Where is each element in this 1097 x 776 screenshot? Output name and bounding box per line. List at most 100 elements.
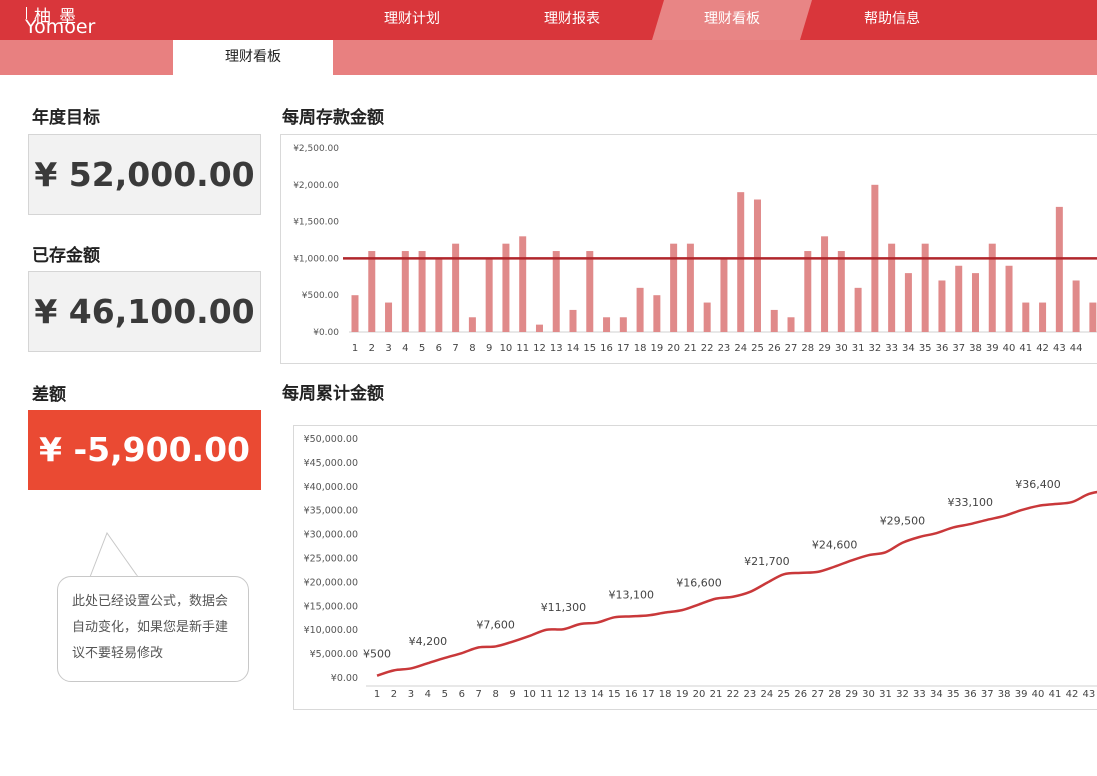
bar-week-42: [1039, 302, 1047, 332]
saved-amount-label: 已存金额: [32, 246, 100, 266]
bar-x-tick-label: 13: [550, 343, 563, 354]
line-x-tick-label: 33: [913, 689, 926, 700]
bar-x-tick-label: 1: [352, 343, 358, 354]
bar-x-tick-label: 34: [902, 343, 915, 354]
bar-x-tick-label: 31: [852, 343, 865, 354]
line-x-tick-label: 42: [1066, 689, 1079, 700]
line-x-tick-label: 25: [777, 689, 790, 700]
sub-nav-bar: [0, 40, 1097, 75]
bar-x-tick-label: 6: [436, 343, 442, 354]
line-y-tick-label: ¥35,000.00: [304, 506, 358, 517]
bar-week-26: [770, 309, 778, 332]
bar-y-tick-label: ¥1,500.00: [293, 218, 339, 228]
bar-x-tick-label: 29: [818, 343, 831, 354]
line-x-tick-label: 26: [794, 689, 807, 700]
bar-y-tick-label: ¥500.00: [302, 291, 339, 301]
cumulative-line-chart: ¥0.00 ¥5,000.00 ¥10,000.00 ¥15,000.00 ¥20,00…: [304, 434, 1097, 700]
bar-week-12: [535, 324, 543, 332]
line-y-tick-label: ¥25,000.00: [304, 554, 358, 565]
bar-x-tick-label: 4: [402, 343, 408, 354]
line-x-tick-label: 1: [374, 689, 380, 700]
line-x-tick-label: 29: [845, 689, 858, 700]
bar-week-13: [552, 251, 560, 332]
line-data-label: ¥500: [363, 648, 391, 661]
bar-week-29: [821, 236, 829, 332]
line-y-tick-label: ¥20,000.00: [304, 577, 358, 588]
bar-x-tick-label: 11: [516, 343, 529, 354]
bar-week-27: [787, 317, 795, 332]
saved-amount-value: ¥ 46,100.00: [28, 271, 261, 352]
bar-week-24: [737, 192, 745, 332]
bar-x-tick-label: 21: [684, 343, 697, 354]
nav-item-help[interactable]: 帮助信息: [824, 0, 960, 40]
line-x-tick-label: 24: [760, 689, 773, 700]
logo-en-text: Yomoer: [25, 16, 96, 38]
line-data-label: ¥16,600: [676, 576, 722, 589]
bar-week-11: [519, 236, 527, 332]
bar-x-tick-label: 37: [952, 343, 965, 354]
line-x-tick-label: 20: [693, 689, 706, 700]
bar-y-tick-label: ¥0.00: [313, 328, 339, 338]
line-x-tick-label: 38: [998, 689, 1011, 700]
line-x-tick-label: 2: [391, 689, 397, 700]
bar-x-tick-label: 36: [936, 343, 949, 354]
line-y-tick-label: ¥0.00: [331, 673, 358, 684]
line-x-tick-label: 32: [896, 689, 909, 700]
difference-label: 差额: [32, 385, 66, 405]
note-text: 此处已经设置公式，数据会自动变化，如果您是新手建议不要轻易修改: [72, 594, 229, 661]
bar-x-tick-label: 18: [634, 343, 647, 354]
annual-target-value: ¥ 52,000.00: [28, 134, 261, 215]
bar-x-tick-label: 2: [369, 343, 375, 354]
line-data-label: ¥24,600: [812, 539, 858, 552]
bar-x-tick-label: 8: [469, 343, 475, 354]
line-x-tick-label: 34: [930, 689, 943, 700]
annual-target-label: 年度目标: [32, 108, 100, 128]
bar-week-40: [1005, 265, 1013, 332]
line-y-tick-label: ¥30,000.00: [304, 530, 358, 541]
line-data-label: ¥13,100: [609, 588, 655, 601]
bar-x-tick-label: 14: [567, 343, 580, 354]
bar-x-tick-label: 9: [486, 343, 492, 354]
bar-x-tick-label: 33: [885, 343, 898, 354]
nav-item-report[interactable]: 理财报表: [504, 0, 640, 40]
line-x-tick-label: 5: [442, 689, 448, 700]
line-x-tick-label: 43: [1083, 689, 1096, 700]
line-x-tick-label: 10: [523, 689, 536, 700]
bar-x-tick-label: 5: [419, 343, 425, 354]
bar-x-tick-label: 39: [986, 343, 999, 354]
line-y-tick-label: ¥5,000.00: [310, 649, 358, 660]
brand-logo[interactable]: 柚墨 Yomoer: [22, 2, 122, 38]
bar-week-23: [720, 258, 728, 332]
bar-week-6: [435, 258, 443, 332]
bar-x-tick-label: 43: [1053, 343, 1066, 354]
line-x-tick-label: 40: [1032, 689, 1045, 700]
bar-x-tick-label: 32: [869, 343, 882, 354]
nav-item-dashboard[interactable]: 理财看板: [664, 0, 800, 40]
line-data-label: ¥33,100: [948, 496, 994, 509]
bar-x-tick-label: 19: [650, 343, 663, 354]
line-data-label: ¥11,300: [541, 601, 587, 614]
difference-value: ¥ -5,900.00: [28, 410, 261, 490]
bar-week-39: [988, 243, 996, 332]
nav-item-plan[interactable]: 理财计划: [344, 0, 480, 40]
line-x-tick-label: 16: [625, 689, 638, 700]
line-y-tick-label: ¥45,000.00: [304, 458, 358, 469]
bar-week-34: [904, 273, 912, 332]
bar-week-14: [569, 309, 577, 332]
line-x-tick-label: 13: [574, 689, 587, 700]
bar-x-tick-label: 28: [801, 343, 814, 354]
bar-week-30: [837, 251, 845, 332]
bar-x-tick-label: 7: [452, 343, 458, 354]
bar-week-1: [351, 295, 359, 332]
weekly-bar-chart-frame: ¥0.00 ¥500.00 ¥1,000.00 ¥1,500.00 ¥2,000.00 ¥…: [280, 134, 1097, 364]
bar-x-tick-label: 17: [617, 343, 630, 354]
line-x-tick-label: 36: [964, 689, 977, 700]
line-x-tick-label: 30: [862, 689, 875, 700]
bar-x-tick-label: 27: [785, 343, 798, 354]
bar-week-7: [452, 243, 460, 332]
subtab-dashboard[interactable]: 理财看板: [173, 40, 333, 75]
bar-week-45: [1089, 302, 1097, 332]
bar-x-tick-label: 41: [1019, 343, 1032, 354]
line-y-tick-label: ¥15,000.00: [304, 601, 358, 612]
bar-week-35: [921, 243, 929, 332]
